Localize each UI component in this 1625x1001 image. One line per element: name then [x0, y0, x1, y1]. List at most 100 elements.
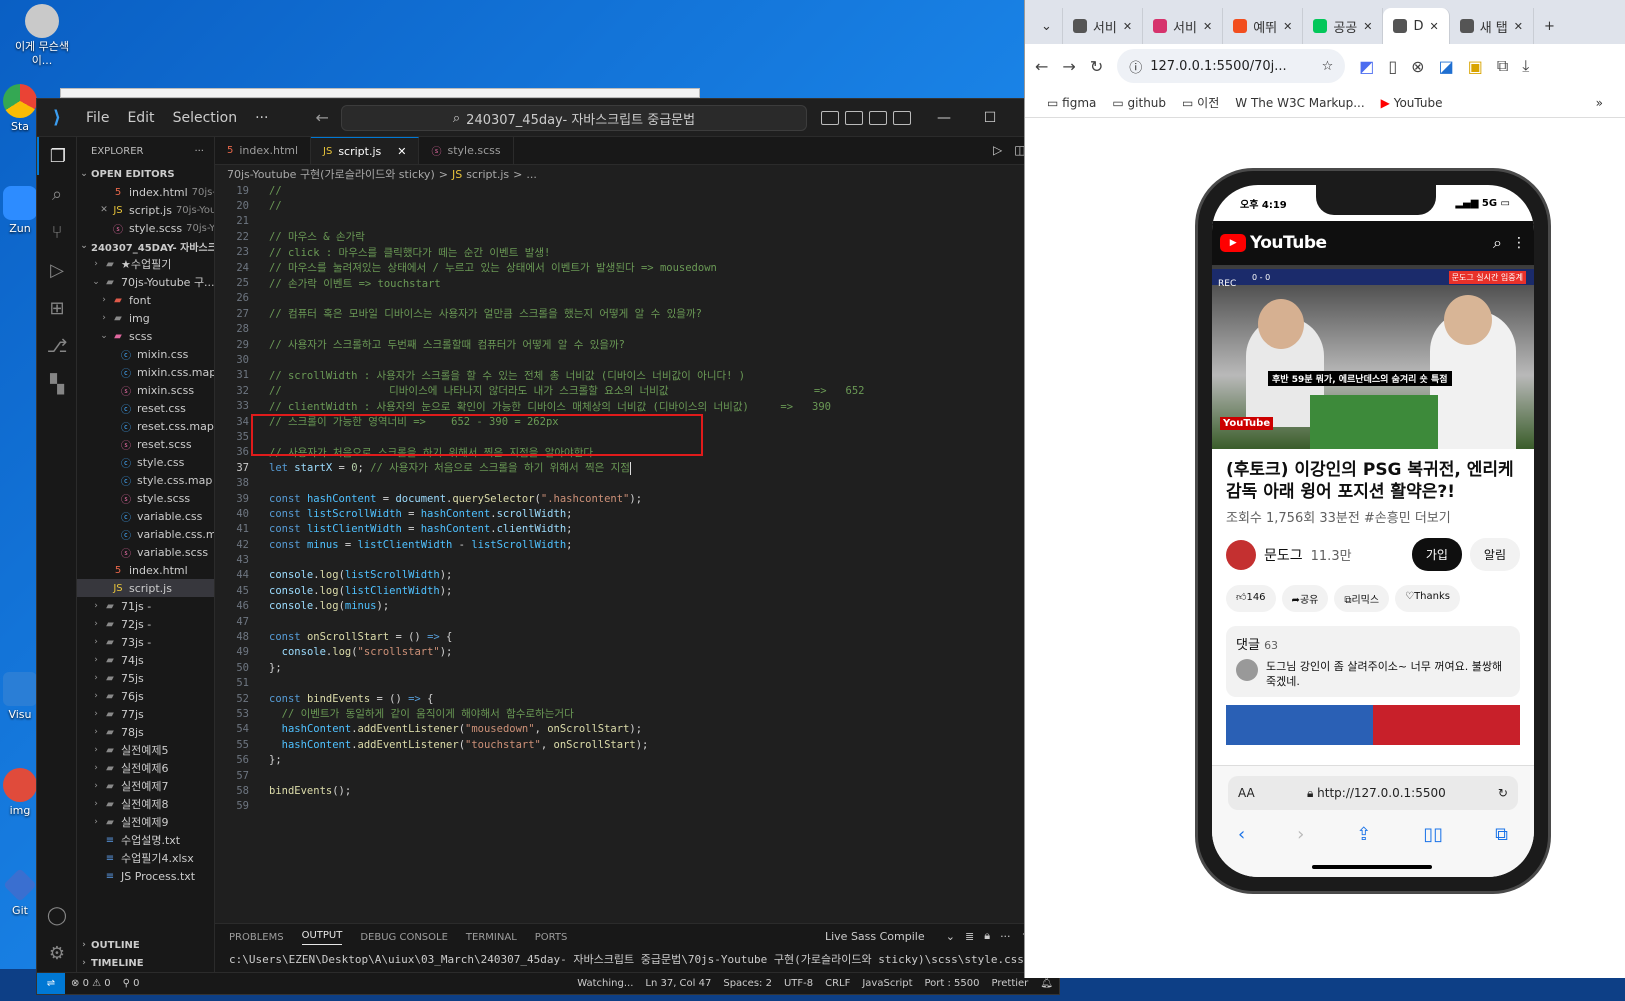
output-channel-select[interactable]: Live Sass Compile ⌄ — [825, 930, 955, 943]
tree-item[interactable]: › ▰ 72js - — [77, 615, 214, 633]
search-icon[interactable]: ⌕ — [37, 175, 77, 213]
video-thumbnail[interactable]: 0 - 0 문도그 실시간 입중계 REC 후반 59분 뭐가, 에르난데스의 … — [1212, 265, 1534, 449]
bookmark-item[interactable]: ▶ YouTube — [1381, 96, 1443, 110]
run-debug-icon[interactable]: ▷ — [37, 251, 77, 289]
bookmark-item[interactable]: ▭ figma — [1047, 96, 1096, 110]
language-mode[interactable]: JavaScript — [856, 978, 918, 989]
panel-tab-debug-console[interactable]: DEBUG CONSOLE — [360, 932, 448, 943]
tab-index-html[interactable]: 5 index.html — [215, 137, 312, 164]
settings-gear-icon[interactable]: ⚙ — [37, 934, 77, 972]
more-actions-icon[interactable]: ··· — [194, 146, 204, 157]
extension-icon[interactable]: ▯ — [1388, 57, 1397, 76]
customize-layout-icon[interactable] — [893, 111, 911, 125]
open-editor-item[interactable]: 5 index.html70js-Y... — [77, 183, 214, 201]
close-tab-icon[interactable]: ✕ — [1123, 20, 1132, 33]
tree-item[interactable]: ≡ 수업필기4.xlsx — [77, 849, 214, 867]
tab-script-js[interactable]: JS script.js ✕ — [311, 137, 420, 164]
site-info-icon[interactable]: ⓘ — [1129, 57, 1142, 76]
tree-item[interactable]: ⓒ reset.css — [77, 399, 214, 417]
close-icon[interactable]: ✕ — [397, 145, 406, 158]
toggle-sidebar-icon[interactable] — [821, 111, 839, 125]
close-tab-icon[interactable]: ✕ — [1429, 20, 1438, 33]
open-editors-section[interactable]: ⌄ OPEN EDITORS — [77, 165, 214, 183]
notify-button[interactable]: 알림 — [1469, 538, 1520, 571]
tree-item[interactable]: › ▰ ★수업필기 — [77, 255, 214, 273]
extensions-icon[interactable]: ⊞ — [37, 289, 77, 327]
share-icon[interactable]: ⇪ — [1356, 824, 1371, 845]
close-tab-icon[interactable]: ✕ — [1363, 20, 1372, 33]
tree-item[interactable]: › ▰ 78js — [77, 723, 214, 741]
tree-item[interactable]: ≡ JS Process.txt — [77, 867, 214, 885]
close-icon[interactable]: ✕ — [97, 205, 111, 215]
live-server-port[interactable]: Port : 5500 — [919, 978, 986, 989]
text-size-button[interactable]: AA — [1238, 786, 1255, 800]
bookmark-star-icon[interactable]: ☆ — [1322, 59, 1334, 74]
tree-item[interactable]: › ▰ 77js — [77, 705, 214, 723]
back-icon[interactable]: ‹ — [1238, 824, 1245, 845]
desktop-icon-image[interactable]: 이게 무슨색이... — [8, 4, 76, 68]
tree-item[interactable]: ⌄ ▰ 70js-Youtube 구... — [77, 273, 214, 291]
breadcrumb-item[interactable]: 70js-Youtube 구현(가로슬라이드와 sticky) — [227, 166, 435, 182]
minimize-icon[interactable]: — — [921, 99, 967, 137]
account-icon[interactable]: ◯ — [37, 896, 77, 934]
tab-style-scss[interactable]: ⓢ style.scss — [419, 137, 514, 164]
cursor-position[interactable]: Ln 37, Col 47 — [639, 978, 717, 989]
tree-item[interactable]: › ▰ 73js - — [77, 633, 214, 651]
search-icon[interactable]: ⌕ — [1493, 233, 1502, 253]
git-graph-icon[interactable]: ⎇ — [37, 327, 77, 365]
code-editor[interactable]: 19 // 20 // 21 22 // 마우스 & 손가락 23 // click : 마우스… — [215, 183, 1059, 887]
list-icon[interactable]: ≣ — [965, 930, 974, 943]
tree-item[interactable]: › ▰ 74js — [77, 651, 214, 669]
indentation-status[interactable]: Spaces: 2 — [717, 978, 778, 989]
command-center-search[interactable]: ⌕ 240307_45day- 자바스크립트 중급문법 — [341, 105, 807, 131]
run-icon[interactable]: ▷ — [993, 143, 1002, 157]
address-bar[interactable]: ⓘ 127.0.0.1:5500/70j... ☆ — [1117, 49, 1346, 83]
share-button[interactable]: ➦공유 — [1281, 585, 1329, 612]
join-button[interactable]: 가입 — [1411, 538, 1462, 571]
bookmark-item[interactable]: ▭ github — [1112, 96, 1166, 110]
back-icon[interactable]: ← — [1035, 57, 1048, 76]
channel-avatar[interactable] — [1226, 539, 1256, 570]
tree-item[interactable]: ⓒ variable.css.map — [77, 525, 214, 543]
remote-icon[interactable]: ▚ — [37, 365, 77, 403]
tree-item[interactable]: › ▰ 실전예제8 — [77, 795, 214, 813]
browser-tab[interactable]: 공공 ✕ — [1303, 8, 1384, 44]
extension-icon[interactable]: ▣ — [1468, 57, 1483, 76]
forward-icon[interactable]: → — [1062, 57, 1075, 76]
toggle-secondary-sidebar-icon[interactable] — [869, 111, 887, 125]
explorer-icon[interactable]: ❐ — [37, 137, 77, 175]
browser-tab[interactable]: D ✕ — [1383, 8, 1450, 44]
maximize-icon[interactable]: ☐ — [967, 99, 1013, 137]
encoding-status[interactable]: UTF-8 — [778, 978, 819, 989]
reload-icon[interactable]: ↻ — [1090, 57, 1103, 76]
lock-icon[interactable]: 🔒︎ — [984, 929, 990, 943]
menu-selection[interactable]: Selection — [164, 110, 247, 126]
close-tab-icon[interactable]: ✕ — [1514, 20, 1523, 33]
sass-watching-status[interactable]: Watching... — [571, 978, 639, 989]
video-meta[interactable]: 조회수 1,756회 33분전 #손흥민 더보기 — [1212, 503, 1534, 530]
thanks-button[interactable]: ♡Thanks — [1395, 585, 1460, 612]
extension-icon[interactable]: ◩ — [1359, 57, 1374, 76]
bookmark-item[interactable]: ▭ 이전 — [1182, 94, 1219, 111]
prettier-status[interactable]: Prettier — [986, 978, 1035, 989]
youtube-logo[interactable]: ▶ YouTube — [1220, 233, 1327, 253]
panel-tab-problems[interactable]: PROBLEMS — [229, 932, 284, 943]
timeline-section[interactable]: › TIMELINE — [77, 954, 214, 972]
tree-item[interactable]: ⓢ mixin.scss — [77, 381, 214, 399]
workspace-section[interactable]: ⌄240307_45DAY- 자바스크림... — [77, 237, 214, 255]
tree-item[interactable]: ⌄ ▰ scss — [77, 327, 214, 345]
channel-name[interactable]: 문도그 — [1264, 545, 1303, 565]
more-bookmarks-icon[interactable]: » — [1596, 96, 1603, 110]
forward-icon[interactable]: › — [1297, 824, 1304, 845]
panel-tab-terminal[interactable]: TERMINAL — [466, 932, 517, 943]
panel-tab-ports[interactable]: PORTS — [535, 932, 568, 943]
tree-item[interactable]: JS script.js — [77, 579, 214, 597]
tree-item[interactable]: ⓒ reset.css.map — [77, 417, 214, 435]
bookmark-item[interactable]: W The W3C Markup... — [1235, 96, 1364, 110]
tree-item[interactable]: › ▰ 실전예제5 — [77, 741, 214, 759]
more-vert-icon[interactable]: ⋮ — [1512, 235, 1526, 251]
tree-item[interactable]: ⓒ style.css — [77, 453, 214, 471]
tabs-icon[interactable]: ⧉ — [1495, 824, 1508, 845]
tree-item[interactable]: › ▰ 실전예제7 — [77, 777, 214, 795]
tree-item[interactable]: ⓒ style.css.map — [77, 471, 214, 489]
